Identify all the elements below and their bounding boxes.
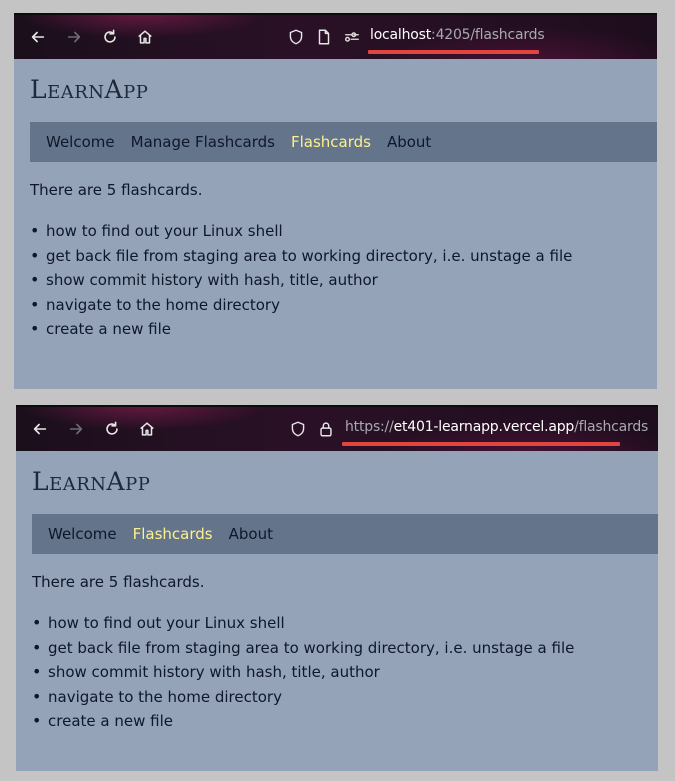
shield-icon[interactable] — [286, 27, 306, 47]
url-host: localhost — [370, 27, 432, 43]
forward-arrow-icon[interactable] — [66, 419, 86, 439]
url-host: et401-learnapp.vercel.app — [393, 419, 575, 435]
nav-welcome[interactable]: Welcome — [48, 525, 117, 543]
nav-flashcards[interactable]: Flashcards — [133, 525, 213, 543]
app-title: LearnApp — [30, 75, 149, 104]
url-highlight-underline — [342, 442, 620, 446]
home-icon[interactable] — [137, 419, 157, 439]
lock-icon[interactable] — [316, 419, 336, 439]
shield-icon[interactable] — [288, 419, 308, 439]
forward-arrow-icon[interactable] — [64, 27, 84, 47]
url-scheme: https:// — [345, 419, 394, 435]
back-arrow-icon[interactable] — [30, 419, 50, 439]
address-bar-url[interactable]: https://et401-learnapp.vercel.app/flashc… — [345, 419, 648, 435]
reload-icon[interactable] — [102, 419, 122, 439]
home-icon[interactable] — [135, 27, 155, 47]
list-item: navigate to the home directory — [30, 293, 572, 318]
list-item: how to find out your Linux shell — [30, 219, 572, 244]
screenshot-localhost: localhost:4205/flashcards LearnApp Welco… — [14, 13, 657, 389]
main-nav: Welcome Manage Flashcards Flashcards Abo… — [30, 122, 657, 162]
main-nav: Welcome Flashcards About — [32, 514, 658, 554]
list-item: create a new file — [32, 709, 574, 734]
url-path: /flashcards — [574, 419, 649, 435]
app-title: LearnApp — [32, 467, 151, 496]
flashcard-list: how to find out your Linux shell get bac… — [30, 219, 572, 342]
nav-flashcards[interactable]: Flashcards — [291, 133, 371, 151]
flashcard-list: how to find out your Linux shell get bac… — [32, 611, 574, 734]
list-item: navigate to the home directory — [32, 685, 574, 710]
browser-toolbar: localhost:4205/flashcards — [14, 13, 657, 59]
address-bar-url[interactable]: localhost:4205/flashcards — [370, 27, 545, 43]
browser-toolbar: https://et401-learnapp.vercel.app/flashc… — [16, 405, 658, 451]
list-item: show commit history with hash, title, au… — [30, 268, 572, 293]
permissions-icon[interactable] — [342, 27, 362, 47]
page-icon[interactable] — [314, 27, 334, 47]
list-item: get back file from staging area to worki… — [30, 244, 572, 269]
reload-icon[interactable] — [100, 27, 120, 47]
nav-manage-flashcards[interactable]: Manage Flashcards — [131, 133, 275, 151]
list-item: get back file from staging area to worki… — [32, 636, 574, 661]
flashcard-count: There are 5 flashcards. — [30, 181, 203, 199]
url-highlight-underline — [368, 50, 539, 54]
screenshot-vercel: https://et401-learnapp.vercel.app/flashc… — [16, 405, 658, 771]
flashcard-count: There are 5 flashcards. — [32, 573, 205, 591]
list-item: create a new file — [30, 317, 572, 342]
url-path: :4205/flashcards — [431, 27, 545, 43]
back-arrow-icon[interactable] — [28, 27, 48, 47]
nav-about[interactable]: About — [229, 525, 273, 543]
nav-about[interactable]: About — [387, 133, 431, 151]
list-item: how to find out your Linux shell — [32, 611, 574, 636]
nav-welcome[interactable]: Welcome — [46, 133, 115, 151]
list-item: show commit history with hash, title, au… — [32, 660, 574, 685]
